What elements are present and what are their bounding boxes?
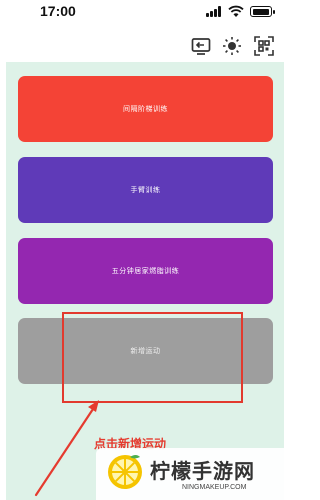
watermark: 柠檬手游网 NINGMAKEUP.COM <box>96 448 291 500</box>
top-toolbar <box>0 26 291 62</box>
status-bar: 17:00 <box>0 0 291 26</box>
brightness-icon[interactable] <box>222 36 242 56</box>
cast-icon[interactable] <box>191 36 211 56</box>
battery-icon <box>250 6 275 17</box>
lemon-logo-icon <box>108 455 142 489</box>
status-time: 17:00 <box>40 3 76 19</box>
watermark-url: NINGMAKEUP.COM <box>182 484 247 491</box>
cellular-signal-icon <box>206 6 222 17</box>
wifi-icon <box>228 5 244 17</box>
workout-list: 间隔阶梯训练 手臂训练 五分钟居家燃脂训练 新增运动 点击新增运动 <box>6 62 284 500</box>
watermark-title: 柠檬手游网 <box>150 459 255 483</box>
qr-scan-icon[interactable] <box>254 36 274 56</box>
